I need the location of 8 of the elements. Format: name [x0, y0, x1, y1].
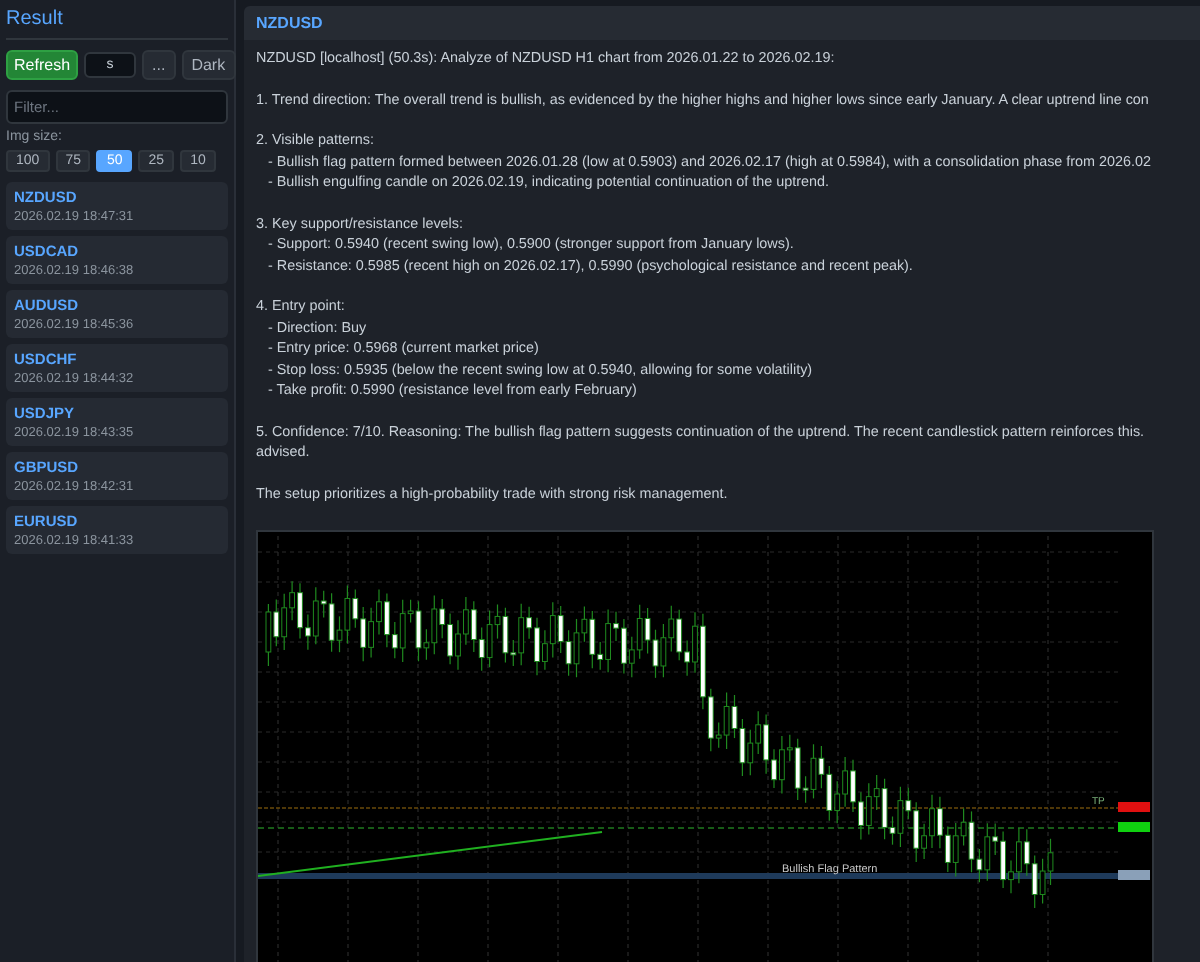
- sidebar-title: Result: [6, 8, 228, 40]
- more-button[interactable]: ...: [142, 50, 176, 80]
- theme-button[interactable]: Dark: [181, 50, 236, 80]
- tp-price-tag: [1118, 802, 1150, 812]
- result-title: NZDUSD: [256, 14, 323, 32]
- level-price-tag: [1118, 822, 1150, 832]
- entry-price-tag: [1118, 870, 1150, 880]
- refresh-button[interactable]: Refresh: [6, 50, 79, 80]
